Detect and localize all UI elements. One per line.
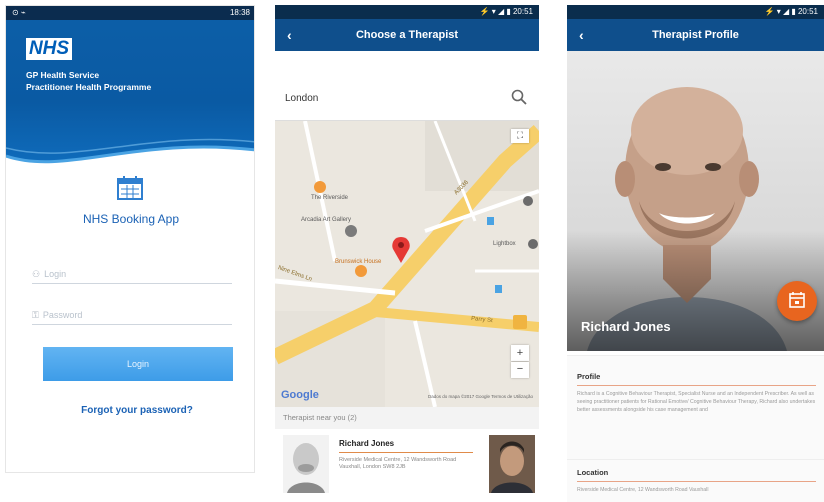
password-placeholder: Password [42, 309, 83, 320]
google-logo: Google [281, 389, 319, 401]
search-value: London [285, 93, 319, 104]
zoom-out-button[interactable]: − [511, 362, 529, 378]
back-arrow-icon[interactable]: ‹ [287, 19, 292, 51]
status-notification-icons: ⊙ ⌁ [12, 8, 26, 17]
map-view[interactable]: The Riverside Arcadia Art Gallery Brunsw… [275, 121, 539, 407]
page-title: Therapist Profile [652, 29, 739, 41]
search-spacer [275, 51, 539, 77]
status-time: 20:51 [512, 7, 533, 16]
status-icons: ⚡ ▾ ◢ ▮ [479, 7, 513, 16]
zoom-in-button[interactable]: + [511, 345, 529, 361]
org-name-line2: Practitioner Health Programme [26, 82, 152, 92]
therapist-avatar [489, 435, 535, 493]
map-label-poi: The Riverside [311, 195, 349, 201]
section-divider [577, 481, 816, 482]
book-appointment-button[interactable] [777, 281, 817, 321]
therapists-near-label: Therapist near you (2) [275, 407, 539, 429]
org-name-line1: GP Health Service [26, 70, 100, 80]
status-time: 20:51 [797, 7, 818, 16]
login-field[interactable]: ⚇ Login [32, 264, 232, 284]
profile-text: Richard is a Cognitive Behaviour Therapi… [577, 391, 816, 413]
therapist-address: Riverside Medical Centre, 12 Wandsworth … [339, 457, 457, 470]
therapist-profile-screen: ⚡ ▾ ◢ ▮ 20:51 ‹ Therapist Profile Richar… [567, 5, 824, 502]
forgot-password-link[interactable]: Forgot your password? [6, 405, 254, 416]
therapist-avatar [283, 435, 329, 493]
calendar-icon [789, 292, 805, 308]
location-section: Location Riverside Medical Centre, 12 Wa… [567, 459, 824, 502]
therapist-name: Richard Jones [339, 439, 395, 448]
calendar-app-icon [117, 176, 143, 200]
app-bar: ‹ Choose a Therapist [275, 19, 539, 51]
map-roads [275, 121, 539, 407]
location-text: Riverside Medical Centre, 12 Wandsworth … [577, 487, 709, 493]
choose-therapist-screen: ⚡ ▾ ◢ ▮ 20:51 ‹ Choose a Therapist Londo… [275, 5, 539, 502]
login-screen: ⊙ ⌁ 18:38 NHS GP Health Service Practiti… [5, 5, 255, 473]
street-view-pegman-icon[interactable] [513, 315, 527, 329]
status-icons: ⚡ ▾ ◢ ▮ [764, 7, 798, 16]
therapist-card[interactable]: Richard Jones Riverside Medical Centre, … [275, 429, 481, 497]
status-bar: ⚡ ▾ ◢ ▮ 20:51 [567, 5, 824, 19]
login-button[interactable]: Login [43, 347, 233, 381]
therapist-name: Richard Jones [581, 319, 671, 334]
search-icon[interactable] [511, 89, 527, 105]
map-label-poi: Arcadia Art Gallery [301, 217, 352, 223]
fullscreen-icon[interactable]: ⛶ [511, 129, 529, 143]
profile-section: Profile Richard is a Cognitive Behaviour… [567, 355, 824, 459]
search-input[interactable]: London [275, 77, 539, 121]
status-time: 18:38 [229, 8, 250, 17]
lock-icon: ⚿ [32, 309, 39, 320]
map-attribution[interactable]: Dados do mapa ©2017 Google Termos de Uti… [428, 394, 533, 399]
nhs-logo: NHS [26, 38, 72, 60]
location-heading: Location [577, 468, 609, 477]
login-placeholder: Login [44, 268, 67, 279]
page-title: Choose a Therapist [355, 29, 459, 41]
status-bar: ⚡ ▾ ◢ ▮ 20:51 [275, 5, 539, 19]
map-label-poi: Brunswick House [335, 259, 382, 265]
therapist-card-peek[interactable] [485, 429, 539, 497]
map-label-poi: Lightbox [493, 241, 516, 247]
back-arrow-icon[interactable]: ‹ [579, 19, 584, 51]
password-field[interactable]: ⚿ Password [32, 305, 232, 325]
status-bar: ⊙ ⌁ 18:38 [6, 6, 254, 20]
user-icon: ⚇ [32, 268, 41, 279]
app-bar: ‹ Therapist Profile [567, 19, 824, 51]
app-title: NHS Booking App [82, 212, 180, 226]
profile-heading: Profile [577, 372, 601, 381]
section-divider [577, 385, 816, 386]
card-divider [339, 452, 473, 453]
